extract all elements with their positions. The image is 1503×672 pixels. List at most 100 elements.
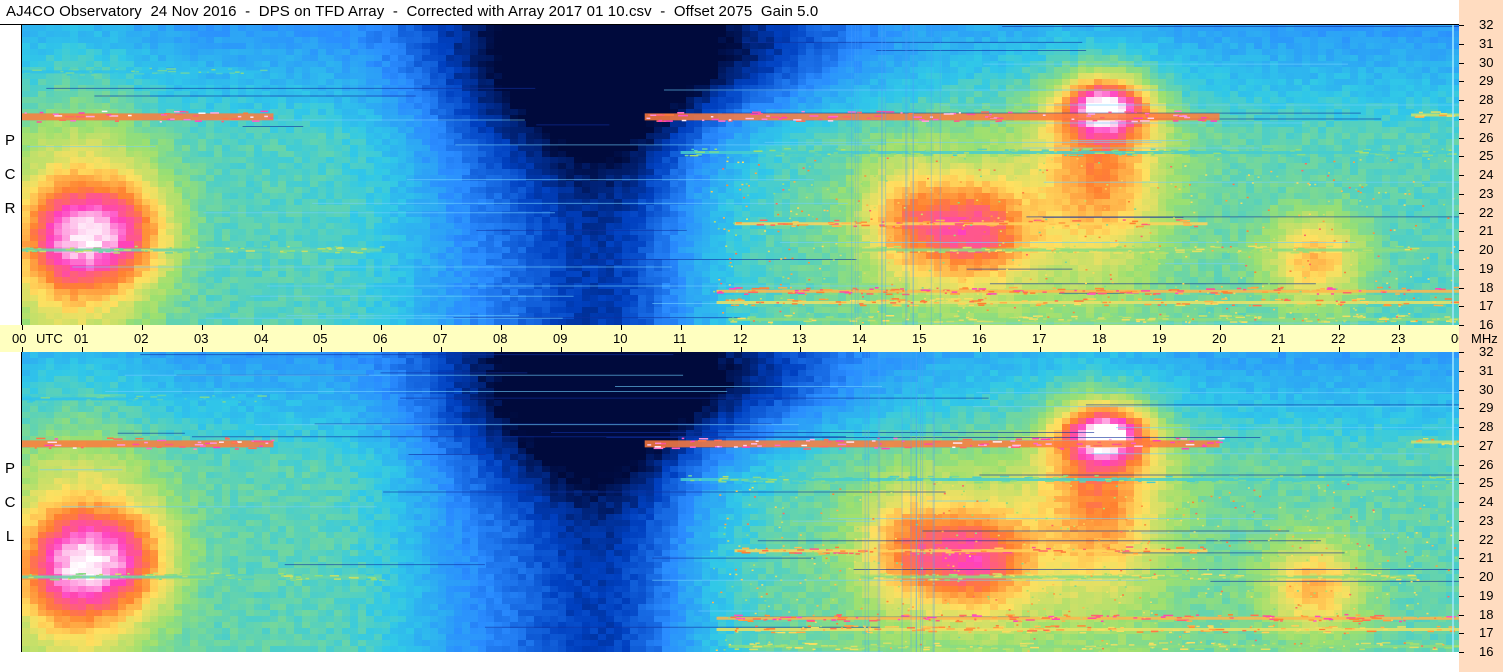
rcp-cell bbox=[126, 301, 135, 308]
rcp-cell bbox=[510, 133, 519, 140]
rcp-cell bbox=[198, 277, 207, 284]
rcp-cell bbox=[358, 277, 367, 284]
rcp-cell bbox=[542, 73, 551, 80]
rcp-cell bbox=[614, 307, 623, 314]
rcp-cell bbox=[438, 253, 447, 260]
rcp-cell bbox=[782, 91, 791, 98]
rcp-cell bbox=[310, 73, 319, 80]
rcp-cell bbox=[670, 145, 679, 152]
rcp-cell bbox=[406, 265, 415, 272]
rcp-cell bbox=[214, 295, 223, 302]
rcp-cell bbox=[310, 199, 319, 206]
rcp-cell bbox=[606, 121, 615, 128]
rcp-cell bbox=[702, 79, 711, 86]
rcp-cell bbox=[206, 25, 215, 32]
rcp-cell bbox=[350, 31, 359, 38]
rcp-cell bbox=[238, 229, 247, 236]
rcp-cell bbox=[750, 55, 759, 62]
rcp-cell bbox=[702, 235, 711, 242]
rcp-cell bbox=[510, 79, 519, 86]
rcp-cell bbox=[598, 295, 607, 302]
rcp-cell bbox=[238, 163, 247, 170]
rcp-cell bbox=[574, 181, 583, 188]
rcp-cell bbox=[606, 253, 615, 260]
rcp-cell bbox=[550, 49, 559, 56]
rcp-cell bbox=[254, 283, 263, 290]
rcp-cell bbox=[198, 187, 207, 194]
rcp-cell bbox=[670, 313, 679, 320]
rcp-cell bbox=[118, 181, 127, 188]
rcp-cell bbox=[142, 55, 151, 62]
rcp-cell bbox=[190, 307, 199, 314]
rcp-cell bbox=[646, 175, 655, 182]
rcp-cell bbox=[166, 253, 175, 260]
rcp-cell bbox=[302, 133, 311, 140]
rcp-cell bbox=[70, 175, 79, 182]
rcp-cell bbox=[278, 169, 287, 176]
rcp-cell bbox=[694, 127, 703, 134]
rcp-cell bbox=[566, 85, 575, 92]
rcp-cell bbox=[414, 25, 423, 32]
rcp-cell bbox=[638, 175, 647, 182]
rcp-cell bbox=[758, 277, 767, 284]
rcp-cell bbox=[262, 211, 271, 218]
rcp-cell bbox=[54, 175, 63, 182]
rcp-cell bbox=[526, 253, 535, 260]
rcp-cell bbox=[30, 265, 39, 272]
rcp-cell bbox=[806, 175, 815, 182]
rcp-cell bbox=[294, 133, 303, 140]
rcp-cell bbox=[814, 169, 823, 176]
rcp-cell bbox=[366, 151, 375, 158]
rcp-cell bbox=[542, 127, 551, 134]
rcp-cell bbox=[662, 217, 671, 224]
rcp-cell bbox=[678, 49, 687, 56]
rcp-cell bbox=[86, 37, 95, 44]
rcp-cell bbox=[158, 295, 167, 302]
rcp-cell bbox=[254, 157, 263, 164]
rcp-cell bbox=[670, 235, 679, 242]
rcp-cell bbox=[446, 67, 455, 74]
rcp-cell bbox=[558, 121, 567, 128]
rcp-cell bbox=[54, 61, 63, 68]
rcp-cell bbox=[78, 271, 87, 278]
rcp-cell bbox=[430, 265, 439, 272]
rcp-cell bbox=[806, 157, 815, 164]
rcp-cell bbox=[462, 205, 471, 212]
rcp-cell bbox=[390, 67, 399, 74]
rcp-cell bbox=[470, 97, 479, 104]
rcp-cell bbox=[574, 277, 583, 284]
rcp-cell bbox=[182, 97, 191, 104]
rcp-cell bbox=[350, 235, 359, 242]
rcp-cell bbox=[662, 199, 671, 206]
rcp-cell bbox=[614, 151, 623, 158]
rcp-cell bbox=[470, 31, 479, 38]
rcp-cell bbox=[70, 193, 79, 200]
rcp-cell bbox=[78, 61, 87, 68]
rcp-cell bbox=[230, 133, 239, 140]
rcp-cell bbox=[550, 181, 559, 188]
rcp-cell bbox=[526, 91, 535, 98]
rcp-cell bbox=[214, 199, 223, 206]
rcp-cell bbox=[750, 241, 759, 248]
rcp-cell bbox=[798, 253, 807, 260]
rcp-cell bbox=[662, 37, 671, 44]
rcp-cell bbox=[46, 271, 55, 278]
rcp-cell bbox=[70, 301, 79, 308]
rcp-cell bbox=[206, 73, 215, 80]
rcp-cell bbox=[566, 133, 575, 140]
rcp-cell bbox=[718, 79, 727, 86]
rcp-cell bbox=[782, 175, 791, 182]
rcp-cell bbox=[454, 277, 463, 284]
rcp-cell bbox=[470, 67, 479, 74]
rcp-cell bbox=[174, 181, 183, 188]
rcp-cell bbox=[166, 229, 175, 236]
rcp-cell bbox=[118, 259, 127, 266]
rcp-cell bbox=[150, 211, 159, 218]
rcp-cell bbox=[414, 205, 423, 212]
rcp-cell bbox=[358, 151, 367, 158]
rcp-cell bbox=[518, 133, 527, 140]
rcp-cell bbox=[598, 313, 607, 320]
rcp-cell bbox=[590, 109, 599, 116]
rcp-cell bbox=[230, 151, 239, 158]
rcp-cell bbox=[262, 31, 271, 38]
